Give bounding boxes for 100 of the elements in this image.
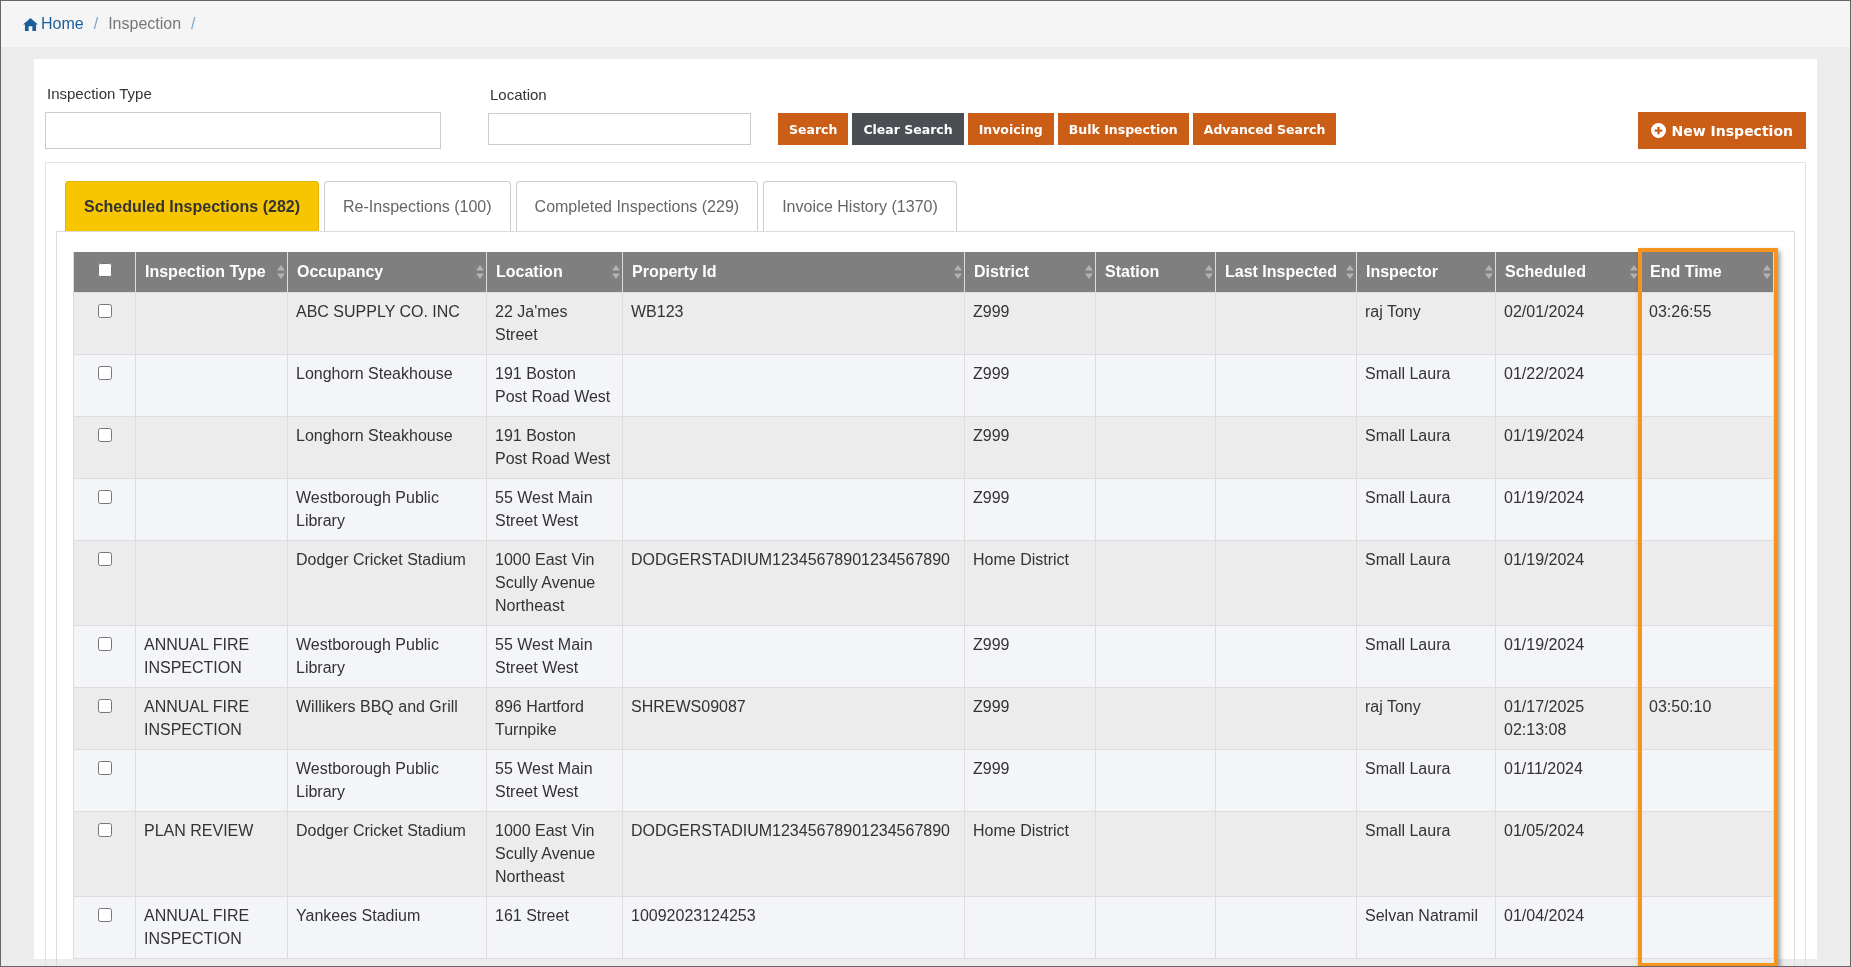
sort-icon[interactable] [612, 265, 620, 279]
table-cell: 896 Hartford Turnpike [495, 698, 584, 738]
action-button[interactable]: Search [778, 113, 849, 145]
table-cell: Z999 [973, 636, 1010, 653]
row-checkbox[interactable] [97, 699, 112, 713]
table-cell: Selvan Natramil [1365, 907, 1478, 924]
sort-icon[interactable] [1485, 265, 1493, 279]
table-cell: 01/11/2024 [1504, 760, 1583, 777]
table-cell: 01/19/2024 [1504, 636, 1585, 653]
table-cell: 01/04/2024 [1504, 907, 1585, 924]
new-inspection-button[interactable]: New Inspection [1637, 112, 1806, 149]
column-header[interactable]: Station [1105, 263, 1160, 281]
table-cell: Z999 [973, 760, 1010, 777]
table-cell: Westborough Public Library [296, 636, 439, 676]
table-cell: 191 Boston Post Road West [495, 427, 611, 467]
action-button[interactable]: Invoicing [967, 113, 1054, 145]
table-cell: 01/05/2024 [1504, 822, 1585, 839]
table-cell: SHREWS09087 [631, 698, 746, 715]
column-header[interactable]: Property Id [632, 263, 717, 281]
table-cell: PLAN REVIEW [144, 822, 254, 839]
action-button[interactable]: Advanced Search [1192, 113, 1337, 145]
table-cell: DODGERSTADIUM12345678901234567890 [631, 551, 950, 568]
table-cell: Z999 [973, 427, 1010, 444]
table-cell: 01/17/2025 02:13:08 [1504, 698, 1585, 738]
table-cell: Small Laura [1365, 760, 1451, 777]
table-cell: Small Laura [1365, 427, 1451, 444]
sort-icon[interactable] [1346, 265, 1354, 279]
column-header[interactable]: District [974, 263, 1030, 281]
table-cell: 02/01/2024 [1504, 303, 1585, 320]
table-cell: raj Tony [1365, 303, 1421, 320]
table-cell: 1000 East Vin Scully Avenue Northeast [495, 551, 596, 614]
table-cell: 01/19/2024 [1504, 427, 1585, 444]
table-cell: Westborough Public Library [296, 760, 439, 800]
sort-icon[interactable] [476, 265, 484, 279]
field-label: Location [490, 86, 548, 103]
row-checkbox[interactable] [97, 490, 112, 504]
table-cell: Willikers BBQ and Grill [296, 698, 458, 715]
breadcrumb-separator: / [93, 15, 99, 33]
row-checkbox[interactable] [97, 552, 112, 566]
table-cell: 191 Boston Post Road West [495, 365, 611, 405]
table-cell: Small Laura [1365, 636, 1451, 653]
table-cell: 03:50:10 [1649, 698, 1712, 715]
tab[interactable]: Invoice History (1370) [763, 181, 957, 231]
table-cell: ANNUAL FIRE INSPECTION [144, 698, 250, 738]
table-cell: Yankees Stadium [296, 907, 421, 924]
table-cell: 22 Ja'mes Street [495, 303, 568, 343]
row-checkbox[interactable] [97, 823, 112, 837]
input-field[interactable] [488, 113, 751, 145]
table-cell: Z999 [973, 303, 1010, 320]
row-checkbox[interactable] [97, 366, 112, 380]
breadcrumb-current: Inspection [108, 15, 182, 33]
tab[interactable]: Re-Inspections (100) [324, 181, 511, 231]
table-cell: Small Laura [1365, 489, 1451, 506]
sort-icon[interactable] [1205, 265, 1213, 279]
row-checkbox[interactable] [97, 637, 112, 651]
action-button[interactable]: Clear Search [852, 113, 964, 145]
sort-icon[interactable] [1085, 265, 1093, 279]
table-cell: Z999 [973, 489, 1010, 506]
table-cell: Home District [973, 551, 1069, 568]
table-cell: 161 Street [495, 907, 569, 924]
action-button[interactable]: Bulk Inspection [1057, 113, 1189, 145]
select-all-checkbox[interactable] [97, 263, 112, 277]
table-cell: ANNUAL FIRE INSPECTION [144, 636, 250, 676]
table-cell: 01/19/2024 [1504, 551, 1585, 568]
table-cell: Small Laura [1365, 822, 1451, 839]
table-cell: Home District [973, 822, 1069, 839]
row-checkbox[interactable] [97, 304, 112, 318]
table-cell: Longhorn Steakhouse [296, 427, 453, 444]
table-cell: Z999 [973, 698, 1010, 715]
sort-icon[interactable] [954, 265, 962, 279]
table-cell: Dodger Cricket Stadium [296, 822, 466, 839]
table-cell: 03:26:55 [1649, 303, 1712, 320]
table-cell: Small Laura [1365, 551, 1451, 568]
tab[interactable]: Completed Inspections (229) [515, 181, 759, 231]
column-header[interactable]: Occupancy [297, 263, 384, 281]
sort-icon[interactable] [1763, 265, 1771, 279]
input-field[interactable] [45, 112, 441, 149]
home-icon [23, 17, 38, 31]
table-cell: 55 West Main Street West [495, 636, 593, 676]
field-label: Inspection Type [47, 85, 153, 102]
row-checkbox[interactable] [97, 761, 112, 775]
tab[interactable]: Scheduled Inspections (282) [65, 181, 320, 231]
table-cell: 55 West Main Street West [495, 760, 593, 800]
home-link[interactable]: Home [23, 15, 84, 33]
table-cell: 01/19/2024 [1504, 489, 1585, 506]
table-cell: 01/22/2024 [1504, 365, 1585, 382]
table-cell: Small Laura [1365, 365, 1451, 382]
row-checkbox[interactable] [97, 908, 112, 922]
table-cell: ABC SUPPLY CO. INC [296, 303, 460, 320]
table-cell: raj Tony [1365, 698, 1421, 715]
plus-circle-icon [1650, 123, 1666, 138]
sort-icon[interactable] [277, 265, 285, 279]
table-cell: Westborough Public Library [296, 489, 439, 529]
table-cell: WB123 [631, 303, 684, 320]
row-checkbox[interactable] [97, 428, 112, 442]
table-cell: ANNUAL FIRE INSPECTION [144, 907, 250, 947]
table-cell: 1000 East Vin Scully Avenue Northeast [495, 822, 596, 885]
table-cell: Dodger Cricket Stadium [296, 551, 466, 568]
table-cell: DODGERSTADIUM12345678901234567890 [631, 822, 950, 839]
sort-icon[interactable] [1630, 265, 1638, 279]
